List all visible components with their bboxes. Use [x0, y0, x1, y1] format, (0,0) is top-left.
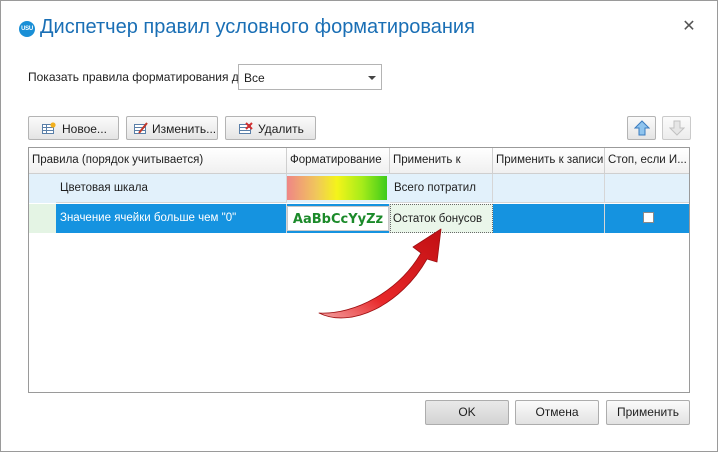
stop-cell[interactable]	[605, 174, 689, 203]
move-up-button[interactable]	[627, 116, 656, 140]
apply-to-record-cell[interactable]	[493, 174, 605, 203]
edit-rule-button[interactable]: Изменить...	[126, 116, 218, 140]
apply-button[interactable]: Применить	[606, 400, 690, 425]
column-header-stop[interactable]: Стоп, если И...	[605, 148, 689, 174]
column-header-apply-to[interactable]: Применить к	[390, 148, 493, 174]
filter-dropdown-value: Все	[244, 71, 265, 85]
edit-rule-icon	[134, 122, 148, 134]
app-logo-icon: USU	[19, 21, 35, 37]
column-header-format-label: Форматирование	[290, 154, 382, 166]
stop-checkbox[interactable]	[643, 212, 654, 223]
column-header-rule[interactable]: Правила (порядок учитывается)	[29, 148, 287, 174]
new-rule-icon	[42, 122, 56, 134]
color-scale-preview	[287, 176, 387, 200]
rule-cell[interactable]: Значение ячейки больше чем "0"	[56, 204, 287, 233]
move-down-button[interactable]	[662, 116, 691, 140]
apply-to-text: Всего потратил	[394, 182, 476, 194]
filter-label: Показать правила форматирования для:	[28, 70, 256, 84]
title-bar: USU Диспетчер правил условного форматиро…	[1, 1, 717, 53]
apply-to-cell[interactable]: Всего потратил	[390, 174, 493, 203]
delete-rule-label: Удалить	[258, 122, 304, 136]
delete-rule-button[interactable]: Удалить	[225, 116, 316, 140]
column-header-format[interactable]: Форматирование	[287, 148, 390, 174]
rule-text: Значение ячейки больше чем "0"	[60, 212, 237, 224]
column-header-apply-to-record[interactable]: Применить к записи	[493, 148, 605, 174]
row-indicator[interactable]	[29, 174, 56, 203]
column-header-apply-to-record-label: Применить к записи	[496, 154, 604, 166]
row-indicator[interactable]	[29, 204, 56, 233]
column-header-apply-to-label: Применить к	[393, 154, 461, 166]
move-down-icon	[669, 120, 685, 136]
apply-to-record-cell[interactable]	[493, 204, 605, 233]
column-header-stop-label: Стоп, если И...	[608, 154, 687, 166]
chevron-down-icon	[368, 76, 376, 80]
delete-rule-icon	[239, 122, 253, 134]
move-up-icon	[634, 120, 650, 136]
new-rule-button[interactable]: Новое...	[28, 116, 119, 140]
window-title: Диспетчер правил условного форматировани…	[40, 16, 475, 38]
new-rule-label: Новое...	[62, 122, 107, 136]
annotation-arrow	[318, 228, 442, 319]
column-header-rule-label: Правила (порядок учитывается)	[32, 154, 204, 166]
cancel-button[interactable]: Отмена	[515, 400, 599, 425]
filter-dropdown[interactable]: Все	[238, 64, 382, 90]
dialog-window: USU Диспетчер правил условного форматиро…	[0, 0, 718, 452]
table-row[interactable]: Цветовая шкала Всего потратил	[29, 174, 689, 203]
ok-button[interactable]: OK	[425, 400, 509, 425]
close-icon[interactable]: ✕	[681, 18, 697, 36]
rule-text: Цветовая шкала	[60, 182, 148, 194]
rule-cell[interactable]: Цветовая шкала	[56, 174, 287, 203]
apply-to-text: Остаток бонусов	[393, 213, 483, 225]
edit-rule-label: Изменить...	[152, 122, 217, 136]
